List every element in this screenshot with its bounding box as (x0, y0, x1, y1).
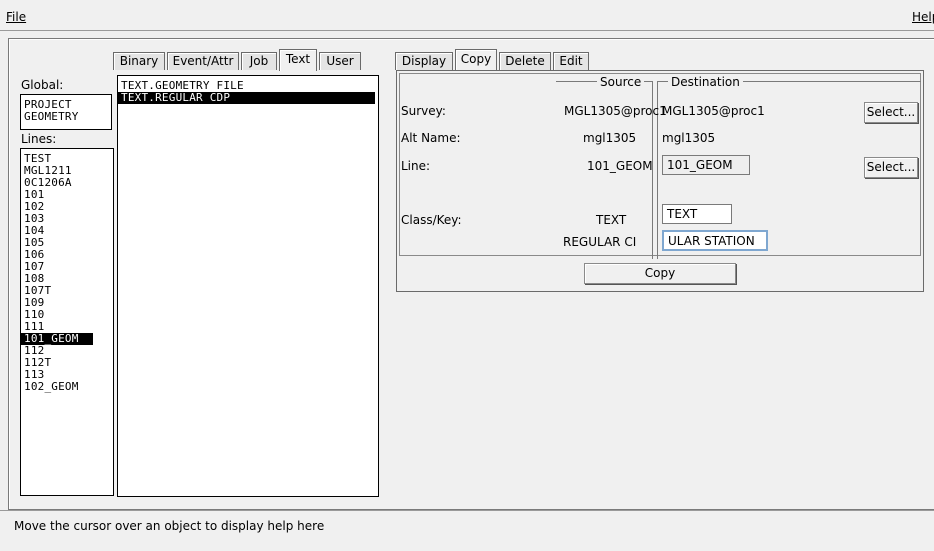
lines-list[interactable]: TEST MGL1211 0C1206A 101 102 103 104 105 106 107 1… (20, 148, 114, 496)
dest-line-field[interactable]: 101_GEOM (662, 155, 750, 175)
tab-display[interactable]: Display (395, 52, 453, 70)
source-survey: MGL1305@proc1 (564, 104, 667, 118)
tab-event-attr[interactable]: Event/Attr (167, 52, 239, 70)
survey-label: Survey: (401, 104, 446, 118)
list-item-selected[interactable]: TEXT.REGULAR CDP (118, 92, 375, 104)
menubar: File Help (0, 0, 934, 31)
dest-altname: mgl1305 (662, 131, 716, 145)
dest-survey-select-button[interactable]: Select... (864, 102, 918, 123)
copy-button[interactable]: Copy (584, 263, 736, 284)
dest-class-field[interactable]: TEXT (662, 204, 732, 224)
tab-binary[interactable]: Binary (113, 52, 165, 70)
classkey-label: Class/Key: (401, 213, 462, 227)
text-list[interactable]: TEXT.GEOMETRY FILE TEXT.REGULAR CDP (117, 75, 379, 497)
file-menu[interactable]: File (6, 10, 26, 24)
altname-label: Alt Name: (401, 131, 461, 145)
source-key: REGULAR CI (563, 235, 637, 249)
tab-job[interactable]: Job (241, 52, 277, 70)
tab-copy[interactable]: Copy (455, 49, 497, 71)
dest-line-select-button[interactable]: Select... (864, 157, 918, 178)
global-label: Global: (21, 78, 64, 92)
source-altname: mgl1305 (583, 131, 637, 145)
help-bar: Move the cursor over an object to displa… (0, 510, 934, 551)
line-label: Line: (401, 159, 431, 173)
destination-title: Destination (668, 75, 743, 89)
tab-user[interactable]: User (319, 52, 361, 70)
source-line: 101_GEOM (587, 159, 653, 173)
dest-key-field[interactable]: ULAR STATION (662, 230, 768, 251)
tab-delete[interactable]: Delete (499, 52, 551, 70)
lines-label: Lines: (21, 132, 57, 146)
line-item[interactable]: 102_GEOM (21, 381, 113, 393)
tab-text[interactable]: Text (279, 49, 317, 71)
tab-edit[interactable]: Edit (553, 52, 589, 70)
help-text: Move the cursor over an object to displa… (14, 519, 325, 533)
help-menu[interactable]: Help (912, 10, 934, 24)
list-item[interactable]: GEOMETRY (21, 111, 111, 123)
source-title: Source (597, 75, 645, 89)
global-list[interactable]: PROJECT GEOMETRY (20, 94, 112, 130)
dest-survey: MGL1305@proc1 (662, 104, 765, 118)
source-class: TEXT (596, 213, 627, 227)
